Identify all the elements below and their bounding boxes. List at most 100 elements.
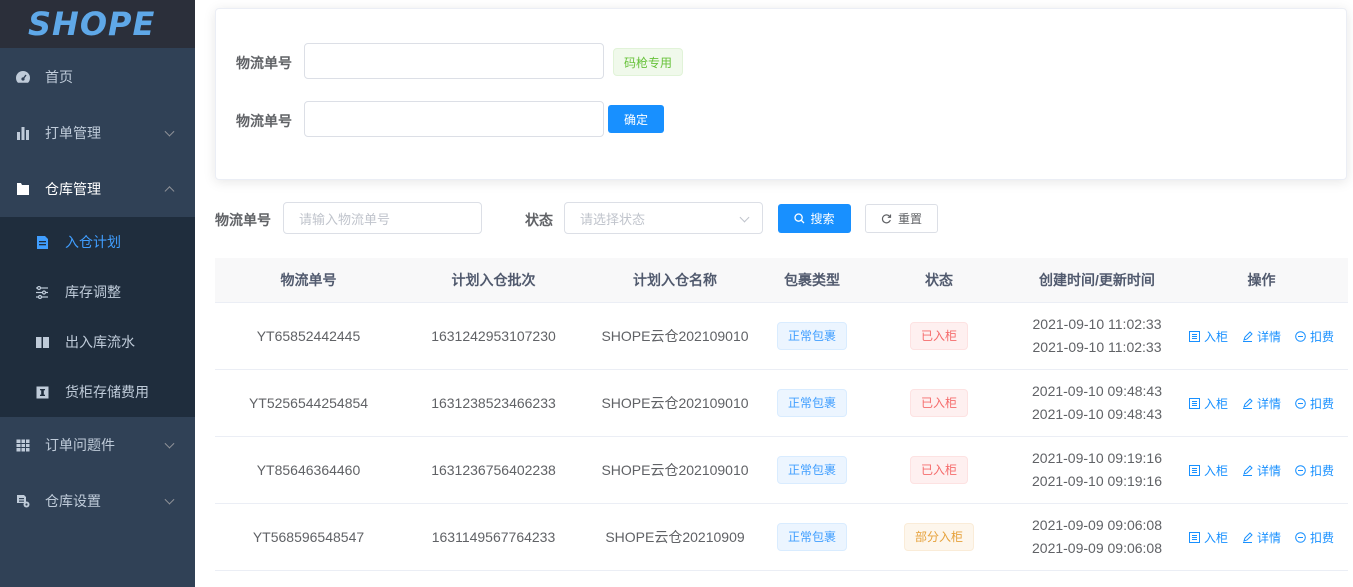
package-type-tag: 正常包裹 (776, 456, 847, 484)
sidebar-item-order-printing[interactable]: 打单管理 (0, 105, 195, 161)
cell-name: SHOPE云仓202109010 (601, 462, 749, 478)
header-time: 创建时间/更新时间 (1039, 272, 1155, 288)
warehouse-submenu: 入仓计划 库存调整 出入库流水 货柜存储费用 (0, 217, 195, 417)
sidebar-item-label: 库存调整 (65, 284, 121, 300)
logo[interactable]: SHOPE (0, 0, 195, 48)
tracking-label-1: 物流单号 (236, 55, 292, 71)
cell-package-type: 正常包裹 (765, 322, 859, 350)
sidebar-item-label: 仓库管理 (45, 181, 101, 197)
cell-time: 2021-09-10 11:02:33 2021-09-10 11:02:33 (1019, 313, 1175, 359)
created-time: 2021-09-10 09:48:43 (1032, 383, 1162, 399)
edit-icon (1242, 330, 1253, 342)
sidebar-item-warehouse-settings[interactable]: 仓库设置 (0, 473, 195, 529)
book-icon (34, 334, 50, 350)
details-link[interactable]: 详情 (1242, 462, 1281, 479)
sidebar-item-container-fee[interactable]: 货柜存储费用 (0, 367, 195, 417)
cell-actions: 入柜 详情 扣费 (1175, 328, 1348, 345)
chevron-down-icon (164, 494, 175, 505)
sliders-icon (34, 284, 50, 300)
sidebar-item-label: 打单管理 (45, 125, 101, 141)
sidebar-item-label: 货柜存储费用 (65, 384, 149, 400)
updated-time: 2021-09-09 09:06:08 (1032, 540, 1162, 556)
chevron-down-icon (164, 126, 175, 137)
filter-tracking-label: 物流单号 (215, 212, 271, 228)
reset-button-label: 重置 (897, 212, 922, 226)
edit-icon (1242, 464, 1253, 476)
status-select[interactable]: 请选择状态 (564, 202, 763, 234)
status-badge: 部分入柜 (903, 523, 974, 551)
sidebar-item-label: 首页 (45, 68, 73, 85)
table-row: YT85646364460 1631236756402238 SHOPE云仓2021… (215, 437, 1348, 504)
package-type-tag: 正常包裹 (776, 389, 847, 417)
deduct-fee-link[interactable]: 扣费 (1295, 462, 1334, 479)
details-label: 详情 (1256, 329, 1281, 344)
in-cabinet-link[interactable]: 入柜 (1188, 529, 1228, 546)
updated-time: 2021-09-10 11:02:33 (1032, 339, 1162, 355)
created-time: 2021-09-09 09:06:08 (1032, 517, 1162, 533)
table-row: YT65852442445 1631242953107230 SHOPE云仓2021… (215, 303, 1348, 370)
deduct-fee-link[interactable]: 扣费 (1295, 395, 1334, 412)
cell-name: SHOPE云仓202109010 (601, 328, 749, 344)
table-row: YT5256544254854 1631238523466233 SHOPE云仓20… (215, 370, 1348, 437)
header-status: 状态 (925, 272, 953, 288)
status-badge: 已入柜 (909, 322, 968, 350)
dashboard-icon (14, 68, 32, 86)
filter-tracking-input[interactable]: 请输入物流单号 (283, 202, 482, 234)
in-cabinet-label: 入柜 (1203, 530, 1228, 545)
header-batch: 计划入仓批次 (451, 272, 536, 288)
details-label: 详情 (1256, 463, 1281, 478)
confirm-tracking-input[interactable] (304, 101, 604, 137)
cell-package-type: 正常包裹 (765, 456, 859, 484)
scan-tracking-input[interactable] (304, 43, 604, 79)
sidebar-item-inbound-plan[interactable]: 入仓计划 (0, 217, 195, 267)
deduct-label: 扣费 (1310, 396, 1335, 411)
details-link[interactable]: 详情 (1242, 395, 1281, 412)
in-cabinet-link[interactable]: 入柜 (1188, 395, 1228, 412)
header-actions: 操作 (1247, 272, 1276, 288)
package-type-tag: 正常包裹 (776, 322, 847, 350)
cell-tracking: YT65852442445 (256, 328, 361, 344)
updated-time: 2021-09-10 09:19:16 (1032, 473, 1162, 489)
sidebar-item-label: 出入库流水 (65, 334, 135, 350)
sidebar-item-stock-adjust[interactable]: 库存调整 (0, 267, 195, 317)
in-cabinet-link[interactable]: 入柜 (1188, 328, 1228, 345)
minus-circle-icon (1295, 330, 1306, 342)
cell-batch: 1631238523466233 (431, 395, 556, 411)
sidebar-item-order-issues[interactable]: 订单问题件 (0, 417, 195, 473)
cell-time: 2021-09-09 09:06:08 2021-09-09 09:06:08 (1019, 514, 1175, 560)
deduct-fee-link[interactable]: 扣费 (1295, 328, 1334, 345)
search-button[interactable]: 搜索 (778, 204, 851, 233)
cell-name: SHOPE云仓202109010 (601, 395, 749, 411)
cell-package-type: 正常包裹 (765, 523, 859, 551)
cell-batch: 1631149567764233 (431, 529, 556, 545)
scanner-only-tag: 码枪专用 (613, 48, 684, 76)
confirm-button[interactable]: 确定 (608, 105, 664, 133)
sidebar-item-home[interactable]: 首页 (0, 48, 195, 105)
header-name: 计划入仓名称 (633, 272, 717, 288)
edit-icon (1242, 397, 1253, 409)
scan-card: 物流单号 码枪专用 物流单号 确定 (215, 8, 1347, 180)
folder-icon (14, 180, 32, 198)
status-badge: 已入柜 (909, 389, 968, 417)
minus-circle-icon (1295, 464, 1306, 476)
in-cabinet-label: 入柜 (1203, 396, 1228, 411)
doc-settings-icon (14, 492, 32, 510)
sidebar-item-inout-flow[interactable]: 出入库流水 (0, 317, 195, 367)
tracking-label-2: 物流单号 (236, 113, 292, 129)
deduct-fee-link[interactable]: 扣费 (1295, 529, 1334, 546)
created-time: 2021-09-10 11:02:33 (1032, 316, 1162, 332)
inbound-table: 物流单号 计划入仓批次 计划入仓名称 包裹类型 状态 创建时间/更新时间 操作 … (215, 258, 1348, 571)
sidebar-item-warehouse[interactable]: 仓库管理 (0, 161, 195, 217)
details-link[interactable]: 详情 (1242, 328, 1281, 345)
table-row: YT568596548547 1631149567764233 SHOPE云仓202… (215, 504, 1348, 571)
chevron-up-icon (164, 186, 175, 197)
details-link[interactable]: 详情 (1242, 529, 1281, 546)
in-cabinet-link[interactable]: 入柜 (1188, 462, 1228, 479)
table-icon (14, 436, 32, 454)
reset-button[interactable]: 重置 (865, 204, 938, 233)
sidebar-item-label: 入仓计划 (65, 234, 121, 250)
cell-batch: 1631236756402238 (431, 462, 556, 478)
filter-status-label: 状态 (525, 212, 553, 228)
status-select-placeholder: 请选择状态 (580, 211, 646, 227)
logo-text: SHOPE (28, 5, 156, 43)
